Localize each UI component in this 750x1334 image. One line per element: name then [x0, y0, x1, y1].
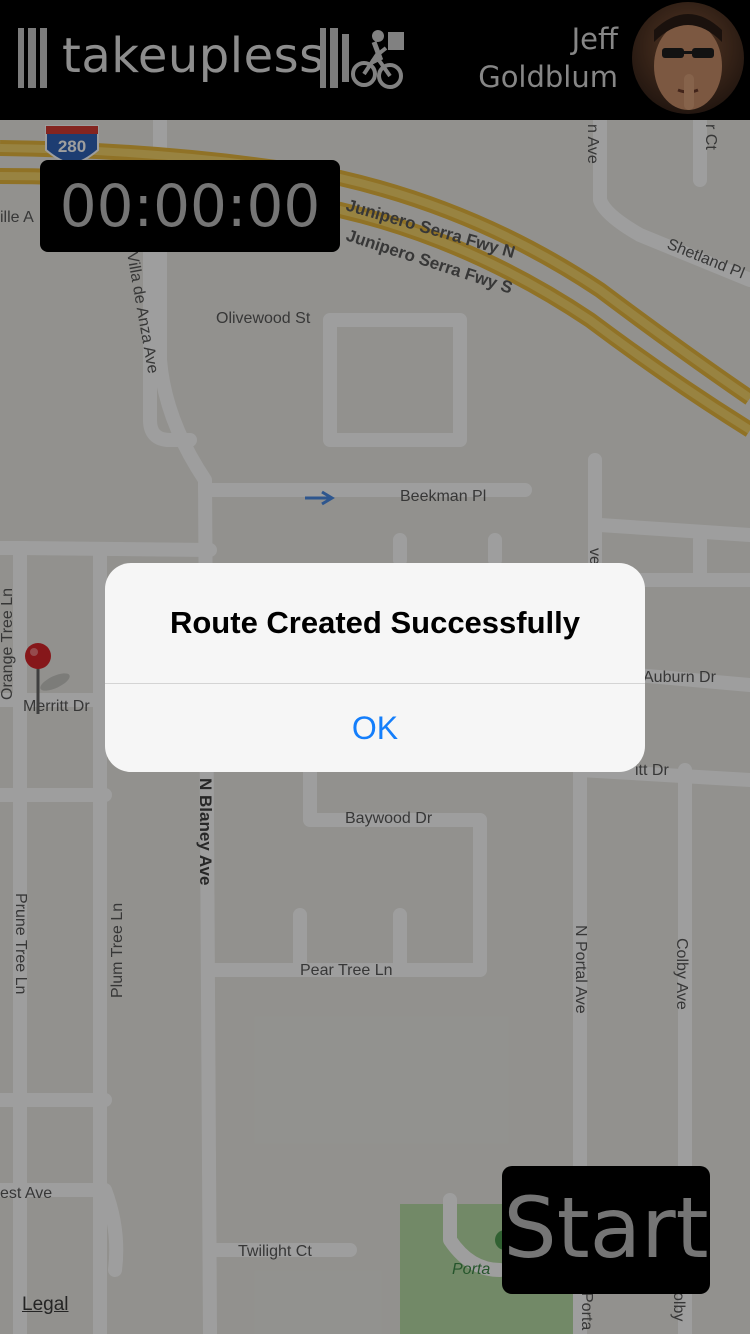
alert-dialog: Route Created Successfully OK — [105, 563, 645, 772]
ok-button[interactable]: OK — [105, 684, 645, 772]
alert-title: Route Created Successfully — [169, 605, 581, 640]
